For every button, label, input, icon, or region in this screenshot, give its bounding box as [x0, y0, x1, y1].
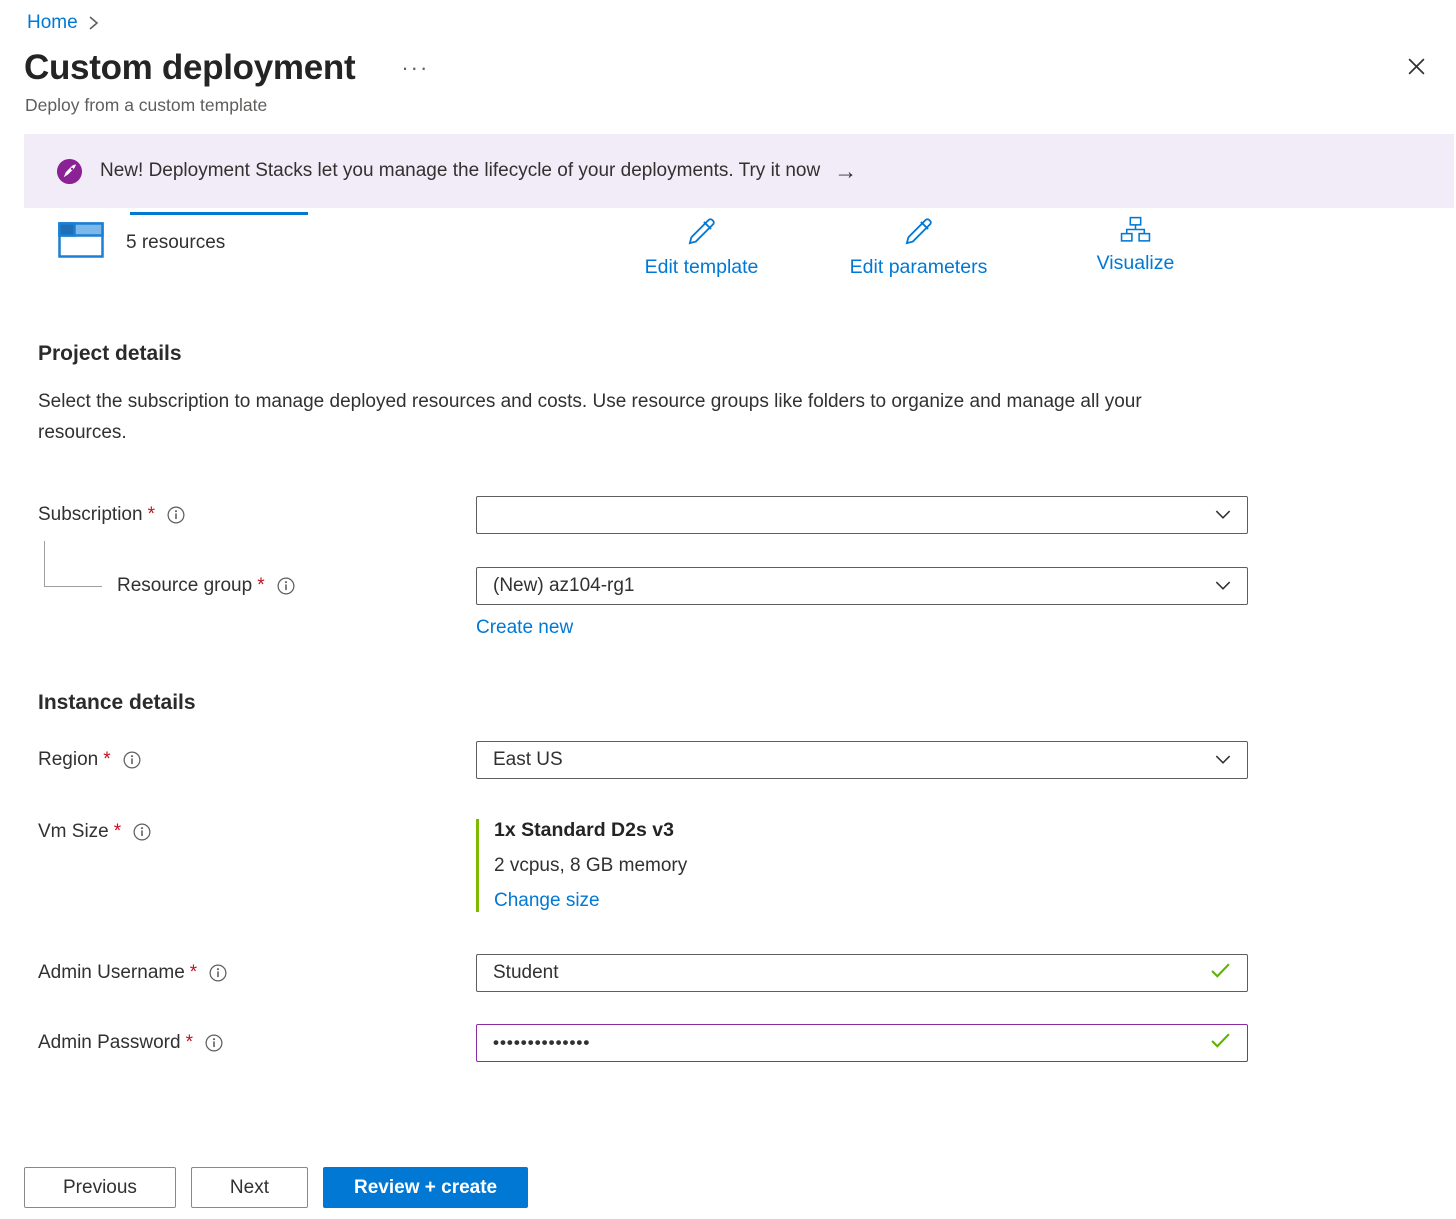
project-details-heading: Project details [38, 342, 1456, 366]
region-dropdown[interactable]: East US [476, 741, 1248, 779]
resource-group-label-text: Resource group [117, 575, 252, 597]
resource-group-label: Resource group * [38, 575, 476, 597]
change-size-link[interactable]: Change size [494, 890, 600, 912]
close-button[interactable] [1401, 51, 1432, 85]
previous-button[interactable]: Previous [24, 1167, 176, 1208]
org-chart-icon [1120, 216, 1151, 249]
chevron-down-icon [1215, 749, 1231, 771]
arrow-right-icon: → [834, 160, 857, 183]
create-new-link[interactable]: Create new [476, 617, 573, 639]
edit-parameters-label: Edit parameters [850, 256, 988, 279]
create-new-row: Create new [38, 617, 1456, 639]
required-marker: * [103, 749, 110, 771]
chevron-down-icon [1215, 504, 1231, 526]
admin-password-label-text: Admin Password [38, 1032, 181, 1054]
admin-username-label-text: Admin Username [38, 962, 185, 984]
page-title: Custom deployment [24, 48, 355, 88]
edit-template-button[interactable]: Edit template [593, 216, 810, 279]
banner-text: New! Deployment Stacks let you manage th… [100, 160, 820, 182]
vm-size-specs: 2 vcpus, 8 GB memory [494, 855, 1248, 877]
template-actions: Edit template Edit parameters Visua [593, 216, 1244, 279]
vm-size-label-text: Vm Size [38, 821, 109, 843]
subscription-label-text: Subscription [38, 504, 143, 526]
region-label: Region * [38, 749, 476, 771]
required-marker: * [257, 575, 264, 597]
admin-password-masked-value: •••••••••••••• [493, 1033, 590, 1053]
info-icon[interactable] [167, 506, 185, 524]
region-value: East US [493, 749, 563, 771]
chevron-down-icon [1215, 575, 1231, 597]
review-create-button[interactable]: Review + create [323, 1167, 528, 1208]
breadcrumb-home-link[interactable]: Home [27, 12, 78, 34]
deployment-form: Subscription * Resource group * [38, 496, 1456, 1062]
edit-parameters-button[interactable]: Edit parameters [810, 216, 1027, 279]
visualize-label: Visualize [1097, 252, 1175, 275]
rocket-icon [56, 158, 83, 185]
edit-template-label: Edit template [645, 256, 759, 279]
template-bar: 5 resources Edit template Edit parameter… [0, 212, 1456, 292]
admin-username-value: Student [493, 962, 559, 984]
chevron-right-icon [88, 15, 99, 31]
check-icon [1210, 962, 1231, 985]
custom-deployment-page: Home Custom deployment ··· Deploy from a… [0, 0, 1456, 1219]
visualize-button[interactable]: Visualize [1027, 216, 1244, 279]
required-marker: * [114, 821, 121, 843]
admin-password-input[interactable]: •••••••••••••• [476, 1024, 1248, 1062]
instance-details-heading: Instance details [38, 691, 1456, 715]
truncated-link-underline [130, 212, 308, 215]
info-icon[interactable] [209, 964, 227, 982]
page-subtitle: Deploy from a custom template [0, 88, 1456, 116]
template-icon [58, 222, 104, 263]
resources-count: 5 resources [126, 232, 225, 254]
vm-size-value: 1x Standard D2s v3 [494, 819, 1248, 842]
wizard-footer: Previous Next Review + create [24, 1167, 528, 1208]
region-row: Region * East US [38, 741, 1456, 779]
info-icon[interactable] [205, 1034, 223, 1052]
admin-username-input[interactable]: Student [476, 954, 1248, 992]
next-button[interactable]: Next [191, 1167, 308, 1208]
more-options-button[interactable]: ··· [401, 57, 429, 79]
vm-size-row: Vm Size * 1x Standard D2s v3 2 vcpus, 8 … [38, 819, 1456, 912]
required-marker: * [148, 504, 155, 526]
pencil-icon [903, 216, 934, 253]
required-marker: * [186, 1032, 193, 1054]
close-icon [1407, 57, 1426, 79]
vm-size-selection: 1x Standard D2s v3 2 vcpus, 8 GB memory … [476, 819, 1248, 912]
admin-username-label: Admin Username * [38, 962, 476, 984]
resource-group-dropdown[interactable]: (New) az104-rg1 [476, 567, 1248, 605]
admin-username-row: Admin Username * Student [38, 954, 1456, 992]
admin-password-row: Admin Password * •••••••••••••• [38, 1024, 1456, 1062]
info-icon[interactable] [277, 577, 295, 595]
deployment-stacks-banner[interactable]: New! Deployment Stacks let you manage th… [24, 134, 1454, 208]
pencil-icon [686, 216, 717, 253]
project-details-description: Select the subscription to manage deploy… [38, 386, 1188, 448]
subscription-row: Subscription * [38, 496, 1456, 534]
resource-group-row: Resource group * (New) az104-rg1 [38, 567, 1456, 605]
resource-group-value: (New) az104-rg1 [493, 575, 635, 597]
required-marker: * [190, 962, 197, 984]
title-row: Custom deployment ··· [0, 34, 1456, 88]
info-icon[interactable] [133, 823, 151, 841]
template-summary: 5 resources [58, 222, 225, 263]
region-label-text: Region [38, 749, 98, 771]
subscription-label: Subscription * [38, 504, 476, 526]
breadcrumb: Home [0, 0, 1456, 34]
info-icon[interactable] [123, 751, 141, 769]
admin-password-label: Admin Password * [38, 1032, 476, 1054]
indent-connector-line [44, 541, 102, 587]
check-icon [1210, 1032, 1231, 1055]
subscription-dropdown[interactable] [476, 496, 1248, 534]
vm-size-label: Vm Size * [38, 821, 476, 843]
